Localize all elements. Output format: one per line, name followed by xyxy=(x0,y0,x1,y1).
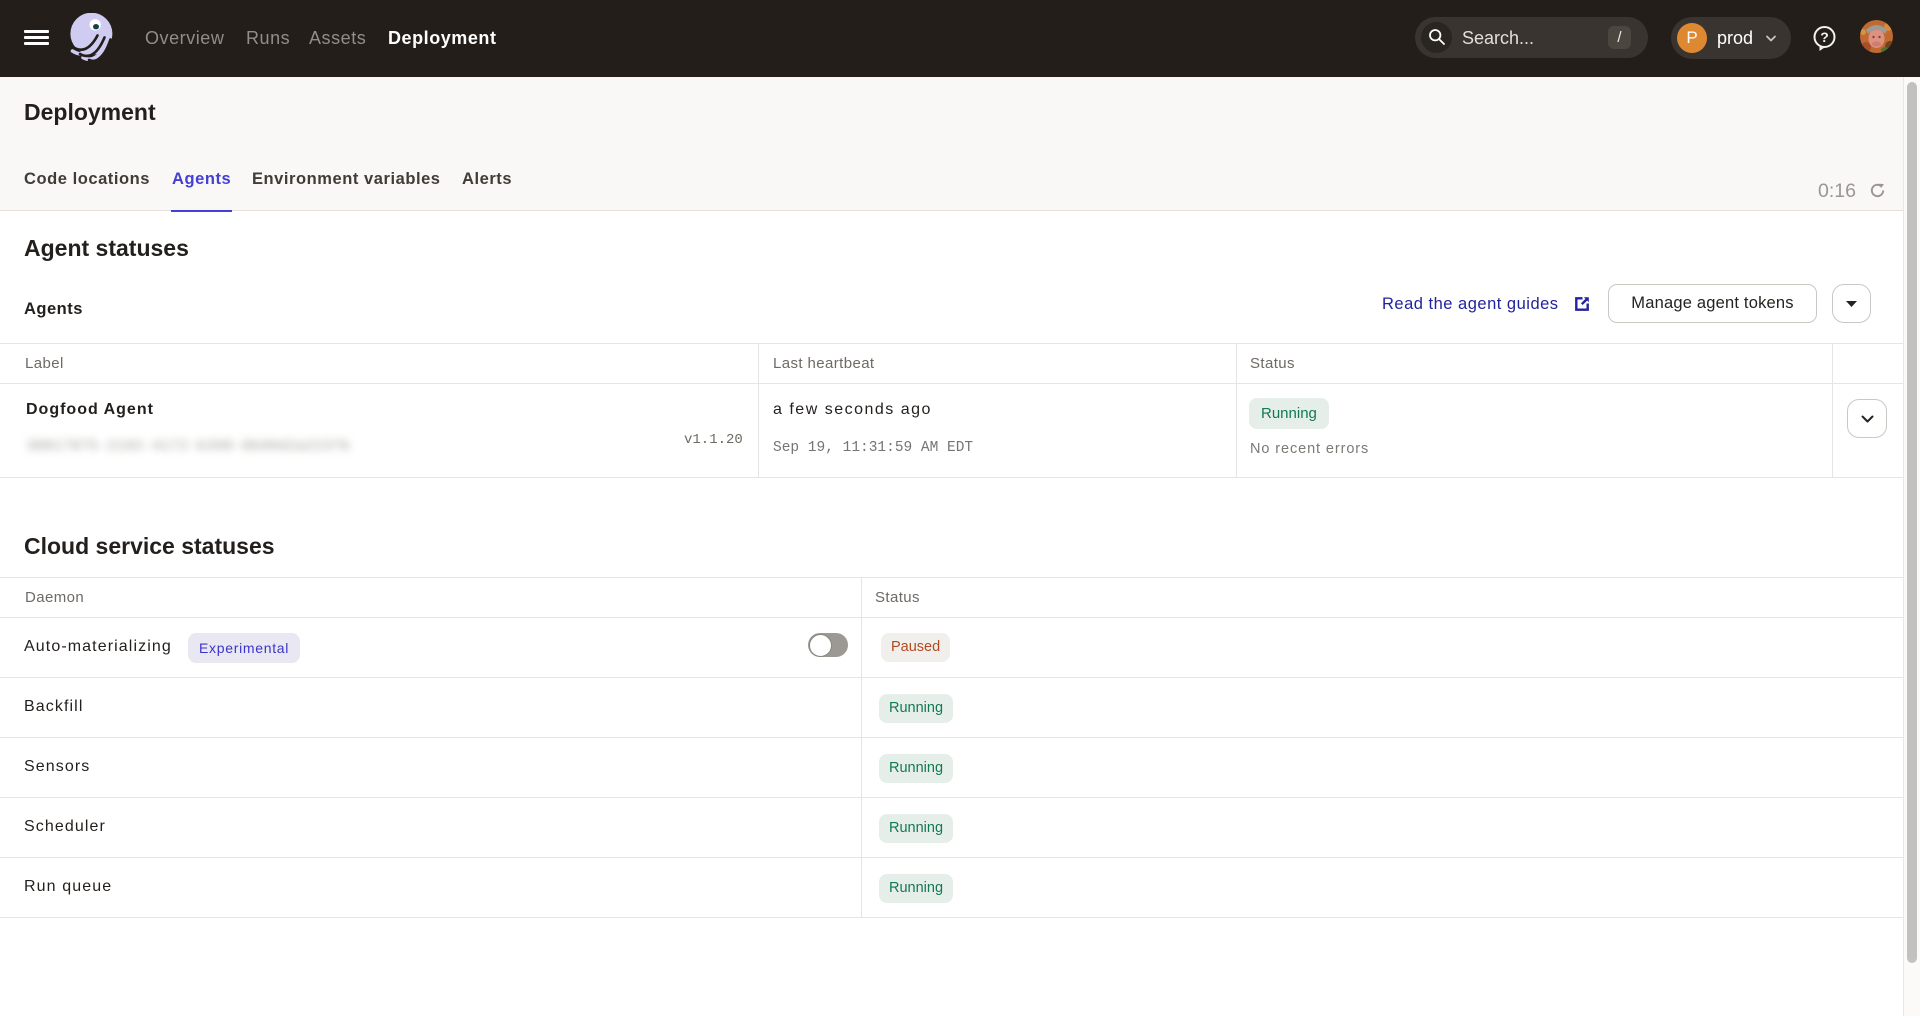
svg-text:?: ? xyxy=(1820,29,1829,45)
